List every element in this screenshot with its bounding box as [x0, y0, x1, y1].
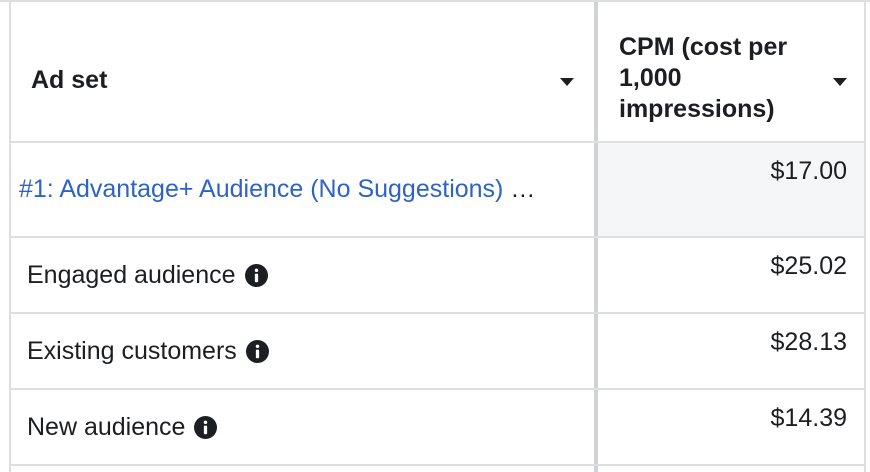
table-row: Engaged audience $25.02	[11, 238, 864, 312]
audience-name: Engaged audience	[27, 260, 236, 289]
cpm-cell: $14.39	[598, 390, 864, 464]
audience-name-cell: Engaged audience	[11, 238, 594, 312]
row-divider	[9, 464, 866, 466]
info-icon[interactable]	[244, 263, 268, 287]
cpm-value: $17.00	[770, 157, 847, 185]
sort-dropdown-icon[interactable]	[560, 78, 574, 86]
column-header-ad-set[interactable]: Ad set	[11, 4, 594, 143]
cpm-cell: $28.13	[598, 314, 864, 388]
cpm-value: $25.02	[770, 252, 847, 280]
cpm-cell: $17.00	[598, 143, 864, 236]
audience-name: New audience	[27, 412, 186, 441]
column-header-ad-set-label: Ad set	[31, 66, 108, 94]
info-icon[interactable]	[245, 339, 269, 363]
ad-set-name-cell: #1: Advantage+ Audience (No Suggestions)…	[11, 143, 594, 236]
info-icon[interactable]	[194, 415, 218, 439]
table-row: Existing customers $28.13	[11, 314, 864, 388]
table-row: New audience $14.39	[11, 390, 864, 464]
cpm-value: $14.39	[770, 404, 847, 432]
table-row[interactable]: #1: Advantage+ Audience (No Suggestions)…	[11, 143, 864, 236]
column-header-cpm-label: CPM (cost per 1,000 impressions)	[619, 33, 788, 123]
ad-set-name-link[interactable]: #1: Advantage+ Audience (No Suggestions)	[19, 175, 503, 204]
sort-dropdown-icon[interactable]	[833, 78, 847, 86]
cpm-cell: $25.02	[598, 238, 864, 312]
column-header-cpm[interactable]: CPM (cost per 1,000 impressions)	[598, 4, 864, 143]
audience-name-cell: Existing customers	[11, 314, 594, 388]
cpm-value: $28.13	[770, 328, 847, 356]
more-ellipsis: …	[510, 175, 536, 203]
audience-name-cell: New audience	[11, 390, 594, 464]
ad-set-table: Ad set CPM (cost per 1,000 impressions) …	[0, 0, 870, 472]
audience-name: Existing customers	[27, 336, 237, 365]
